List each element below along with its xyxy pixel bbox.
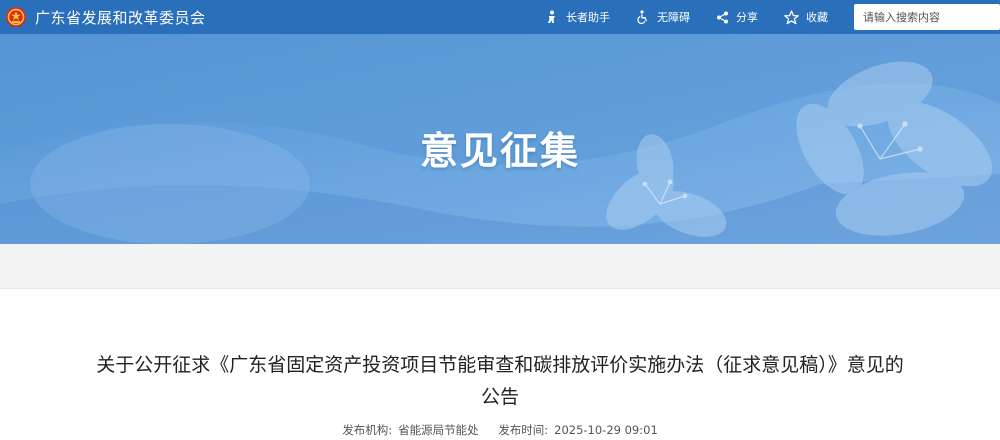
time-value: 2025-10-29 09:01 [554,423,658,437]
elder-assistant-button[interactable]: 长者助手 [545,9,610,25]
banner-title: 意见征集 [419,129,580,173]
toolbar: 长者助手 无障碍 分享 收藏 [545,0,1000,34]
accessibility-button[interactable]: 无障碍 [636,9,690,25]
accessibility-icon [637,10,647,24]
publisher-value: 省能源局节能处 [398,423,479,437]
share-label: 分享 [736,11,758,24]
elder-assistant-label: 长者助手 [566,11,610,24]
search-input[interactable] [854,4,1000,30]
time-info: 发布时间: 2025-10-29 09:01 [498,423,658,437]
article-title: 关于公开征求《广东省固定资产投资项目节能审查和碳排放评价实施办法（征求意见稿）》… [96,354,904,408]
article-meta: 发布机构: 省能源局节能处 发布时间: 2025-10-29 09:01 [0,422,1000,438]
elder-assistant-icon [548,10,555,23]
national-emblem-icon [6,7,26,27]
top-bar: 广东省发展和改革委员会 长者助手 无障碍 分享 收藏 请输入搜索内容 [0,0,1000,34]
share-button[interactable]: 分享 [716,9,758,25]
star-icon [784,9,799,24]
spacer [0,244,1000,288]
article-panel: 关于公开征求《广东省固定资产投资项目节能审查和碳排放评价实施办法（征求意见稿）》… [0,288,1000,440]
publisher-info: 发布机构: 省能源局节能处 [342,423,478,437]
site-title[interactable]: 广东省发展和改革委员会 [35,7,206,28]
favorite-button[interactable]: 收藏 [784,9,828,25]
favorite-label: 收藏 [806,11,828,24]
share-icon [717,11,728,23]
banner: 意见征集 [0,34,1000,244]
accessibility-label: 无障碍 [657,11,690,24]
publisher-label: 发布机构: [342,423,393,437]
time-label: 发布时间: [498,423,549,437]
